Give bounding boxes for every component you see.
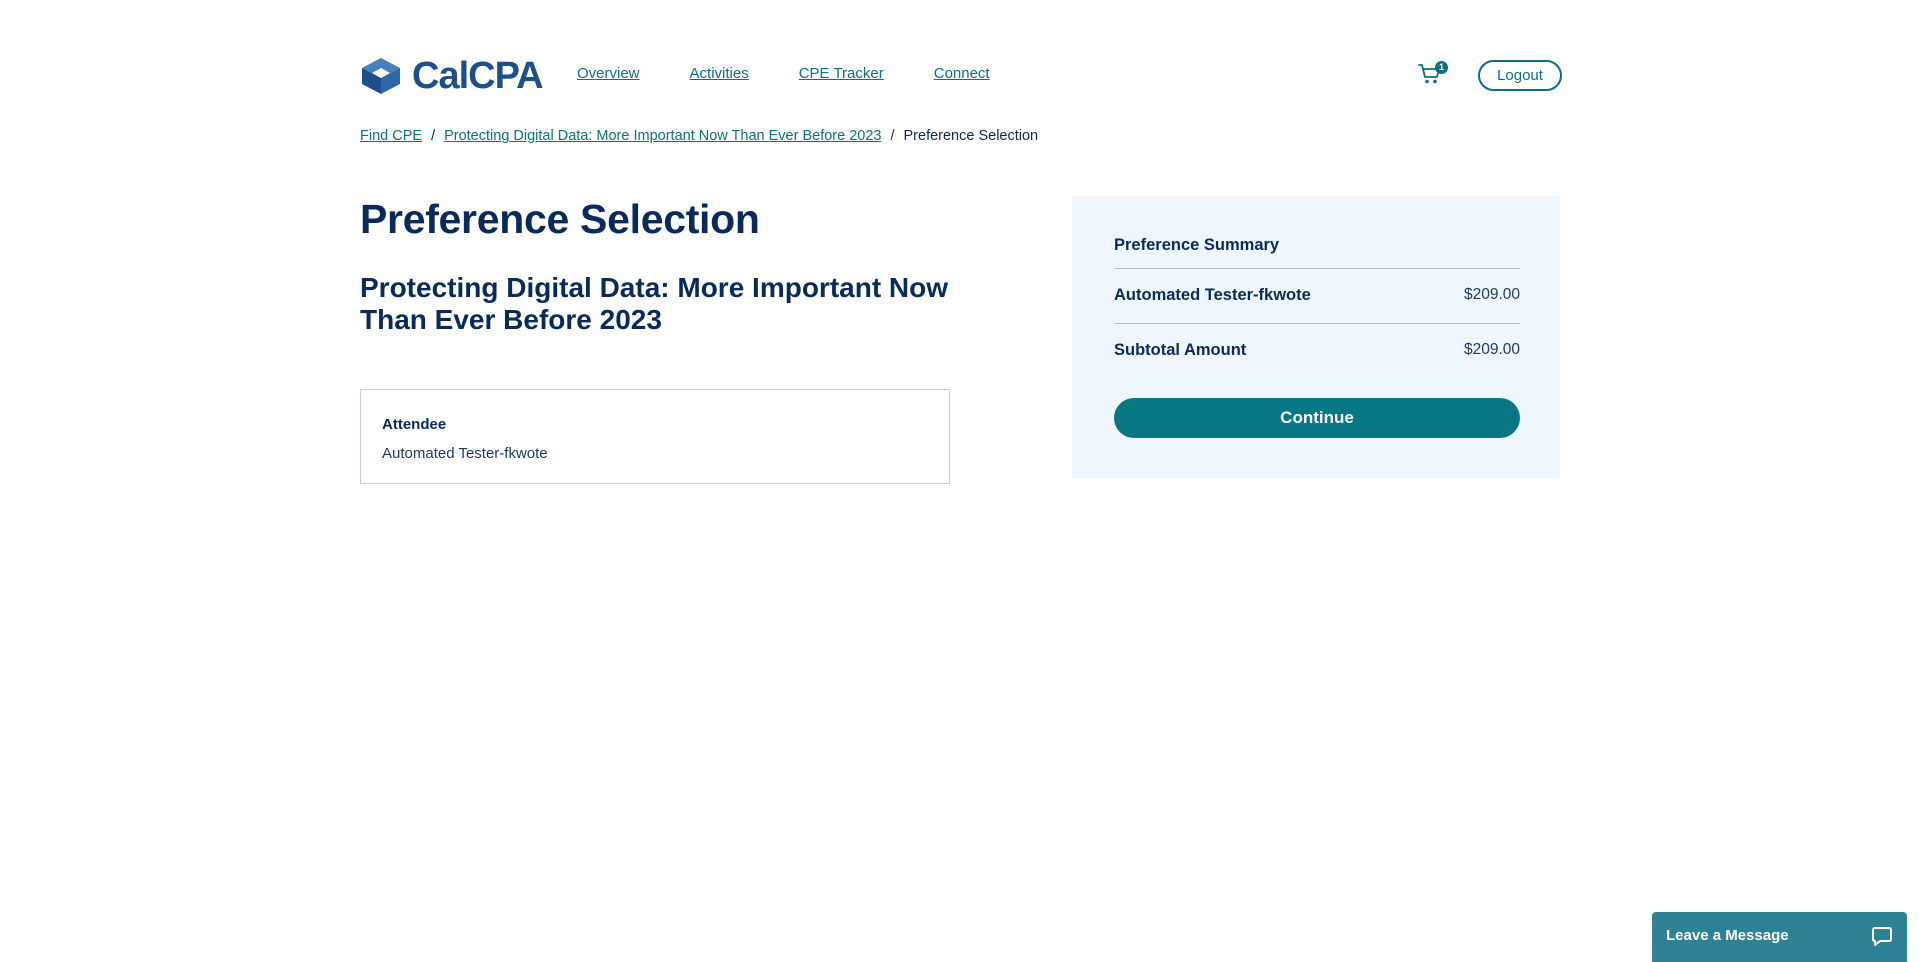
nav-link-connect[interactable]: Connect — [934, 65, 990, 82]
cart-button[interactable]: 1 — [1418, 61, 1448, 89]
breadcrumb: Find CPE / Protecting Digital Data: More… — [360, 128, 1038, 144]
leave-message-widget[interactable]: Leave a Message — [1652, 912, 1907, 962]
summary-subtotal: Subtotal Amount $209.00 — [1114, 341, 1520, 360]
summary-line-item: Automated Tester-fkwote $209.00 — [1114, 286, 1520, 305]
logo-cube-icon — [362, 58, 400, 94]
logout-button[interactable]: Logout — [1478, 60, 1562, 91]
continue-button[interactable]: Continue — [1114, 398, 1520, 438]
chat-label: Leave a Message — [1666, 927, 1789, 944]
line-item-amount: $209.00 — [1463, 286, 1520, 303]
cart-count-badge: 1 — [1435, 61, 1448, 74]
line-item-label: Automated Tester-fkwote — [1114, 286, 1311, 304]
breadcrumb-link-course[interactable]: Protecting Digital Data: More Important … — [444, 128, 881, 144]
attendee-label: Attendee — [382, 416, 447, 433]
course-title: Protecting Digital Data: More Important … — [360, 272, 949, 335]
breadcrumb-current: Preference Selection — [903, 128, 1039, 144]
attendee-name: Automated Tester-fkwote — [382, 445, 548, 462]
breadcrumb-separator: / — [431, 128, 436, 144]
nav-link-cpe-tracker[interactable]: CPE Tracker — [799, 65, 884, 82]
logo-wordmark: CalCPA — [412, 55, 544, 97]
main-nav: Overview Activities CPE Tracker Connect — [577, 65, 990, 82]
nav-link-activities[interactable]: Activities — [690, 65, 749, 82]
subtotal-label: Subtotal Amount — [1114, 341, 1247, 359]
site-header: CalCPA Overview Activities CPE Tracker C… — [360, 52, 1562, 98]
attendee-card: Attendee Automated Tester-fkwote — [360, 389, 950, 484]
summary-divider — [1114, 323, 1520, 324]
chat-bubble-icon — [1872, 927, 1892, 946]
subtotal-amount: $209.00 — [1463, 341, 1520, 358]
preference-summary-panel: Preference Summary Automated Tester-fkwo… — [1072, 196, 1560, 478]
summary-divider — [1114, 268, 1520, 269]
calcpa-logo[interactable]: CalCPA — [360, 55, 544, 97]
breadcrumb-link-find-cpe[interactable]: Find CPE — [360, 128, 422, 144]
nav-link-overview[interactable]: Overview — [577, 65, 640, 82]
summary-title: Preference Summary — [1114, 236, 1280, 254]
page-title: Preference Selection — [360, 196, 760, 242]
breadcrumb-separator: / — [890, 128, 895, 144]
